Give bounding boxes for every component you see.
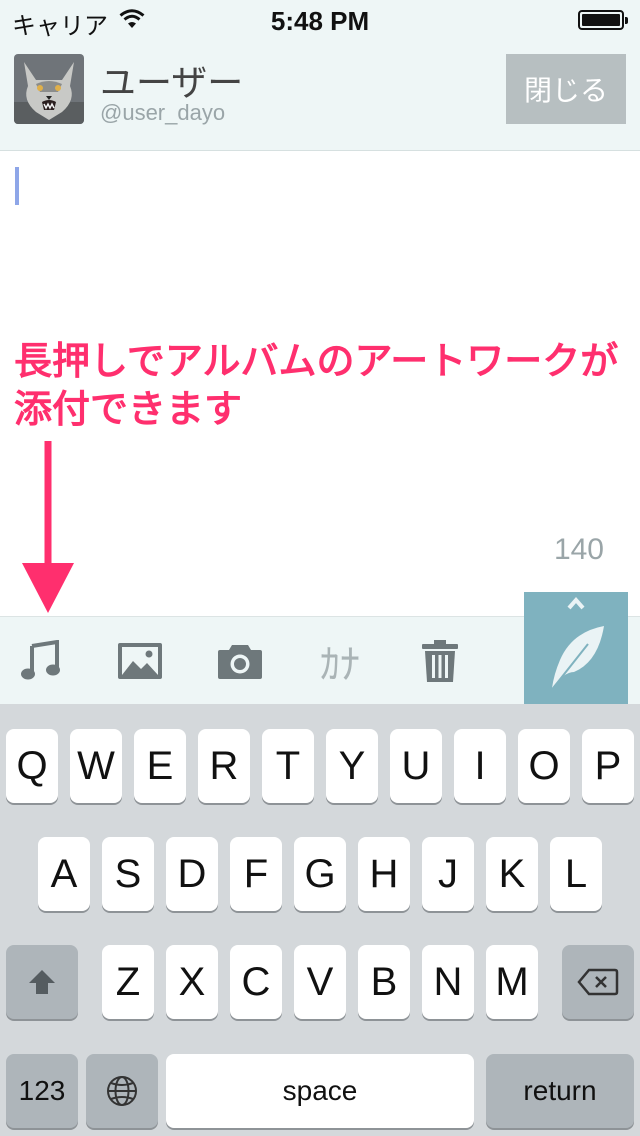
key-x[interactable]: X [166,945,218,1019]
key-y[interactable]: Y [326,729,378,803]
key-l[interactable]: L [550,837,602,911]
key-f[interactable]: F [230,837,282,911]
keyboard: Q W E R T Y U I O P A S D F G H J K L Z … [0,704,640,1136]
key-o[interactable]: O [518,729,570,803]
image-icon[interactable] [118,639,162,683]
music-note-icon[interactable] [18,639,62,683]
key-d[interactable]: D [166,837,218,911]
shift-arrow-icon [29,970,55,994]
globe-key[interactable] [86,1054,158,1128]
key-p[interactable]: P [582,729,634,803]
character-counter: 140 [553,533,604,566]
chevron-up-icon [567,596,585,610]
annotation-arrow-icon [22,441,74,613]
annotation-text: 長押しでアルバムのアートワークが 添付できます [14,337,634,433]
backspace-icon [577,968,619,996]
key-s[interactable]: S [102,837,154,911]
user-handle: @user_dayo [100,100,226,125]
text-cursor [15,167,19,205]
key-j[interactable]: J [422,837,474,911]
key-m[interactable]: M [486,945,538,1019]
status-bar: キャリア 5:48 PM [0,0,640,40]
numbers-key[interactable]: 123 [6,1054,78,1128]
key-i[interactable]: I [454,729,506,803]
annotation-line-1: 長押しでアルバムのアートワークが [14,339,619,383]
key-n[interactable]: N [422,945,474,1019]
key-w[interactable]: W [70,729,122,803]
camera-icon[interactable] [218,639,262,683]
key-z[interactable]: Z [102,945,154,1019]
compose-header: ユーザー @user_dayo 閉じる [0,40,640,151]
key-e[interactable]: E [134,729,186,803]
return-key[interactable]: return [486,1054,634,1128]
post-button[interactable] [524,592,628,704]
key-k[interactable]: K [486,837,538,911]
battery-icon [578,10,628,30]
delete-key[interactable] [562,945,634,1019]
space-key[interactable]: space [166,1054,474,1128]
shift-key[interactable] [6,945,78,1019]
key-r[interactable]: R [198,729,250,803]
key-u[interactable]: U [390,729,442,803]
key-b[interactable]: B [358,945,410,1019]
compose-text-area[interactable]: 長押しでアルバムのアートワークが 添付できます 140 [0,151,640,616]
avatar[interactable] [14,54,84,124]
kana-label: ｶﾅ [320,642,360,688]
annotation-line-2: 添付できます [14,387,243,431]
status-time: 5:48 PM [270,6,370,36]
key-t[interactable]: T [262,729,314,803]
key-h[interactable]: H [358,837,410,911]
key-a[interactable]: A [38,837,90,911]
key-g[interactable]: G [294,837,346,911]
globe-icon [107,1076,137,1106]
key-q[interactable]: Q [6,729,58,803]
feather-icon [549,596,604,693]
trash-icon[interactable] [418,639,462,683]
key-c[interactable]: C [230,945,282,1019]
user-name: ユーザー [100,63,244,104]
key-v[interactable]: V [294,945,346,1019]
close-button[interactable]: 閉じる [506,54,626,124]
kana-icon[interactable]: ｶﾅ [318,639,362,688]
